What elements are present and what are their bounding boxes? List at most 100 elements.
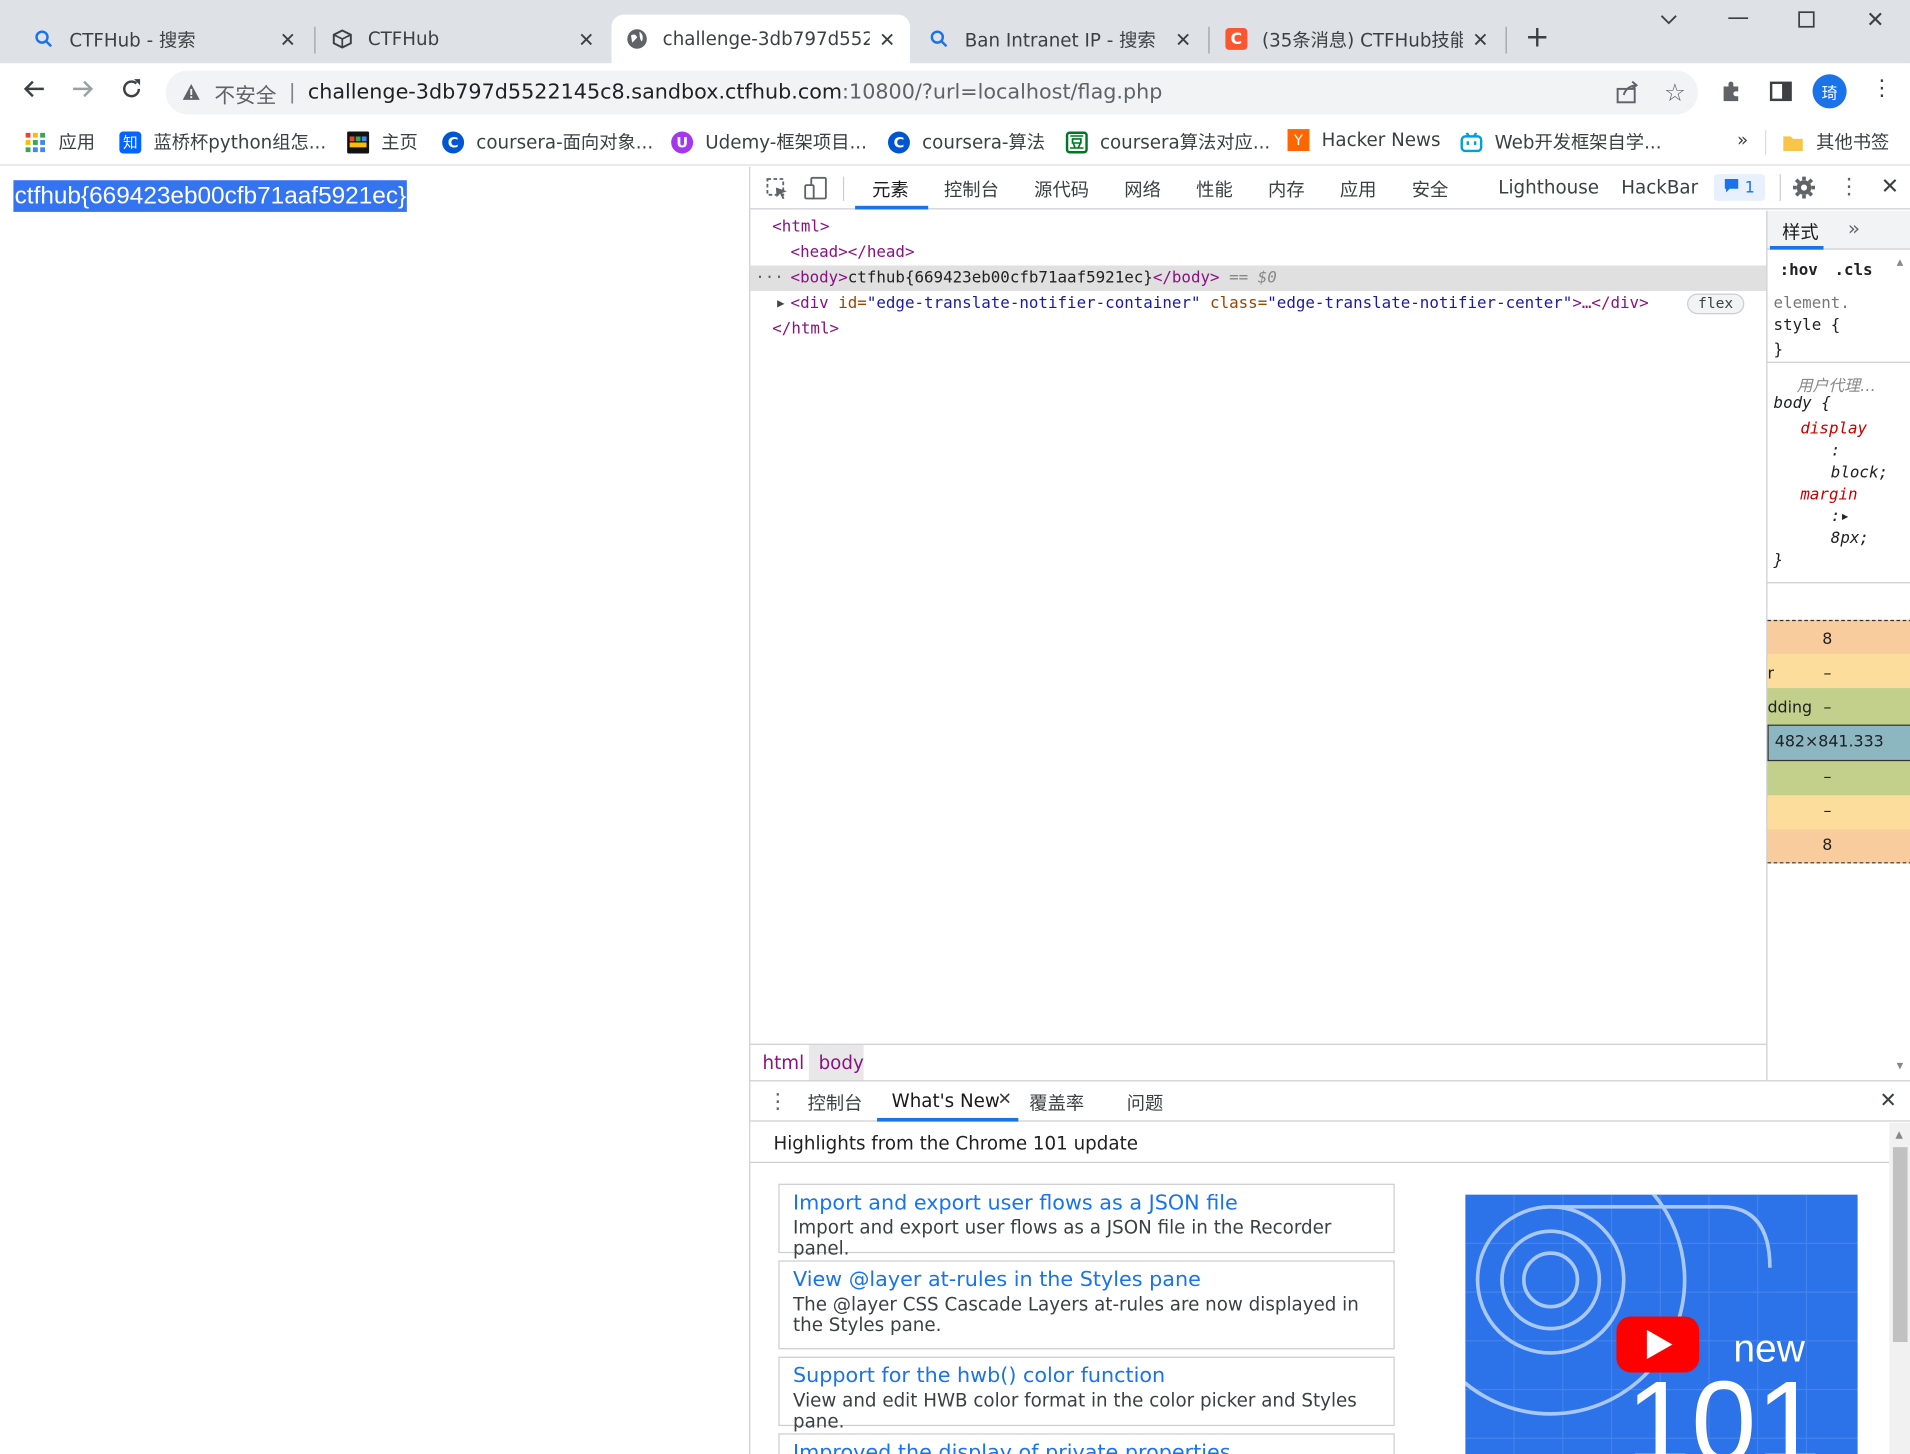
- close-tab-icon[interactable]: ✕: [578, 27, 594, 50]
- box-border-top[interactable]: –: [1823, 665, 1831, 683]
- close-tab-icon[interactable]: ✕: [1472, 27, 1488, 50]
- drawer-scrollbar[interactable]: ▲: [1889, 1122, 1910, 1454]
- dom-node-html-close[interactable]: </html>: [772, 317, 839, 343]
- minimize-icon[interactable]: —: [1727, 5, 1749, 31]
- close-window-icon[interactable]: ✕: [1866, 7, 1884, 33]
- scrollbar-thumb[interactable]: [1892, 1147, 1908, 1343]
- breadcrumb-body[interactable]: body: [819, 1052, 864, 1074]
- box-margin-bottom[interactable]: 8: [1822, 837, 1832, 855]
- feature-title-link[interactable]: Support for the hwb() color function: [793, 1363, 1380, 1390]
- bookmark-item[interactable]: C coursera-面向对象...: [442, 129, 653, 155]
- whats-new-header: Highlights from the Chrome 101 update: [773, 1132, 1138, 1155]
- styles-tab[interactable]: 样式: [1782, 219, 1819, 245]
- feature-card[interactable]: Improved the display of private properti…: [778, 1433, 1395, 1454]
- devtools-tab-security[interactable]: 安全: [1412, 177, 1449, 203]
- security-label[interactable]: 不安全: [214, 77, 276, 107]
- box-padding-bottom[interactable]: –: [1823, 768, 1831, 786]
- back-icon[interactable]: [22, 77, 46, 107]
- profile-avatar[interactable]: 琦: [1812, 74, 1847, 109]
- whats-new-video-thumbnail[interactable]: new 101: [1465, 1194, 1858, 1454]
- feature-title-link[interactable]: Import and export user flows as a JSON f…: [793, 1190, 1380, 1217]
- node-ellipsis[interactable]: ···: [755, 265, 784, 291]
- scroll-up-arrow-icon[interactable]: ▲: [1895, 1129, 1902, 1140]
- dom-node-html[interactable]: <html>: [772, 214, 829, 240]
- forward-icon[interactable]: [71, 77, 95, 107]
- settings-gear-icon[interactable]: [1792, 175, 1816, 204]
- breadcrumb-html[interactable]: html: [763, 1052, 805, 1074]
- devtools-tab-network[interactable]: 网络: [1124, 177, 1161, 203]
- devtools-tab-sources[interactable]: 源代码: [1034, 177, 1089, 203]
- hov-toggle[interactable]: :hov: [1780, 262, 1818, 280]
- issues-badge[interactable]: 1: [1713, 174, 1766, 201]
- bookmark-item[interactable]: C coursera-算法: [887, 129, 1045, 155]
- devtools-tab-hackbar[interactable]: HackBar: [1621, 177, 1698, 199]
- browser-tab[interactable]: C (35条消息) CTFHub技能 ✕: [1211, 15, 1503, 64]
- close-devtools-icon[interactable]: ✕: [1881, 174, 1899, 200]
- box-padding-top[interactable]: –: [1823, 699, 1831, 717]
- bookmark-item[interactable]: 知 蓝桥杯python组怎...: [119, 129, 326, 155]
- close-drawer-icon[interactable]: ✕: [1880, 1089, 1897, 1113]
- flex-badge[interactable]: flex: [1687, 293, 1745, 315]
- device-toolbar-icon[interactable]: [804, 176, 828, 206]
- box-border-bottom[interactable]: –: [1823, 803, 1831, 821]
- devtools-tab-lighthouse[interactable]: Lighthouse: [1498, 177, 1599, 199]
- globe-icon: [626, 28, 648, 50]
- feature-title-link[interactable]: View @layer at-rules in the Styles pane: [793, 1267, 1380, 1294]
- devtools-tab-memory[interactable]: 内存: [1268, 177, 1305, 203]
- devtools-menu-icon[interactable]: ⋮: [1838, 174, 1860, 200]
- drawer-tab-console[interactable]: 控制台: [808, 1090, 863, 1116]
- bookmark-star-icon[interactable]: ☆: [1664, 78, 1686, 107]
- bookmark-item[interactable]: 豆 coursera算法对应...: [1065, 129, 1270, 155]
- box-margin-top[interactable]: 8: [1822, 631, 1832, 649]
- new-tab-button[interactable]: +: [1525, 22, 1549, 51]
- feature-title-link[interactable]: Improved the display of private properti…: [793, 1439, 1380, 1454]
- dom-node-body[interactable]: <body>ctfhub{669423eb00cfb71aaf5921ec}</…: [791, 265, 1277, 291]
- expand-triangle-icon[interactable]: ▶: [777, 291, 784, 317]
- inspect-element-icon[interactable]: [765, 177, 789, 206]
- share-icon[interactable]: [1615, 80, 1639, 110]
- drawer-tab-whats-new[interactable]: What's New: [892, 1090, 1000, 1112]
- feature-card[interactable]: Support for the hwb() color function Vie…: [778, 1356, 1395, 1432]
- dom-node-div[interactable]: <div id="edge-translate-notifier-contain…: [791, 291, 1649, 317]
- bookmark-item[interactable]: 主页: [347, 129, 418, 155]
- bookmark-apps[interactable]: 应用: [24, 129, 95, 155]
- close-whats-new-icon[interactable]: ✕: [998, 1090, 1012, 1109]
- tab-search-icon[interactable]: [1659, 10, 1678, 36]
- flag-text[interactable]: ctfhub{669423eb00cfb71aaf5921ec}: [13, 180, 408, 212]
- drawer-menu-icon[interactable]: ⋮: [767, 1090, 788, 1114]
- devtools-tab-performance[interactable]: 性能: [1196, 177, 1233, 203]
- browser-tab[interactable]: CTFHub ✕: [317, 15, 609, 64]
- dom-node-head[interactable]: <head></head>: [791, 240, 915, 266]
- scroll-up-arrow-icon[interactable]: ▲: [1897, 257, 1904, 269]
- bookmark-item[interactable]: U Udemy-框架项目...: [671, 129, 867, 155]
- bookmark-item[interactable]: Y Hacker News: [1287, 129, 1440, 152]
- search-icon: [928, 28, 950, 50]
- extensions-icon[interactable]: [1720, 79, 1744, 109]
- close-tab-icon[interactable]: ✕: [280, 27, 296, 50]
- browser-tab[interactable]: CTFHub - 搜索 ✕: [18, 15, 310, 64]
- browser-tab[interactable]: Ban Intranet IP - 搜索 ✕: [914, 15, 1206, 64]
- more-bookmarks-icon[interactable]: »: [1737, 129, 1748, 151]
- side-panel-icon[interactable]: [1769, 79, 1793, 109]
- cls-toggle[interactable]: .cls: [1834, 262, 1872, 280]
- devtools-tab-application[interactable]: 应用: [1340, 177, 1377, 203]
- bookmark-item[interactable]: Web开发框架自学...: [1460, 129, 1662, 155]
- menu-kebab-icon[interactable]: ⋮: [1871, 76, 1893, 102]
- feature-card[interactable]: View @layer at-rules in the Styles pane …: [778, 1260, 1395, 1350]
- drawer-tab-issues[interactable]: 问题: [1127, 1090, 1164, 1116]
- box-content-size[interactable]: 482×841.333: [1775, 733, 1884, 751]
- bookmark-other[interactable]: 其他书签: [1782, 129, 1889, 155]
- feature-card[interactable]: Import and export user flows as a JSON f…: [778, 1183, 1395, 1259]
- reload-icon[interactable]: [119, 77, 143, 107]
- close-tab-icon[interactable]: ✕: [1175, 27, 1191, 50]
- address-bar[interactable]: 不安全 | challenge-3db797d5522145c8.sandbox…: [165, 70, 1699, 115]
- drawer-tab-coverage[interactable]: 覆盖率: [1029, 1090, 1084, 1116]
- more-tabs-icon[interactable]: »: [1848, 217, 1860, 240]
- devtools-tab-elements[interactable]: 元素: [872, 177, 909, 203]
- close-tab-icon[interactable]: ✕: [879, 27, 895, 50]
- scroll-down-arrow-icon[interactable]: ▼: [1897, 1061, 1904, 1073]
- css-colon[interactable]: :▸: [1831, 508, 1850, 526]
- maximize-icon[interactable]: [1797, 10, 1816, 36]
- devtools-tab-console[interactable]: 控制台: [944, 177, 999, 203]
- browser-tab-active[interactable]: challenge-3db797d5522 ✕: [611, 14, 910, 64]
